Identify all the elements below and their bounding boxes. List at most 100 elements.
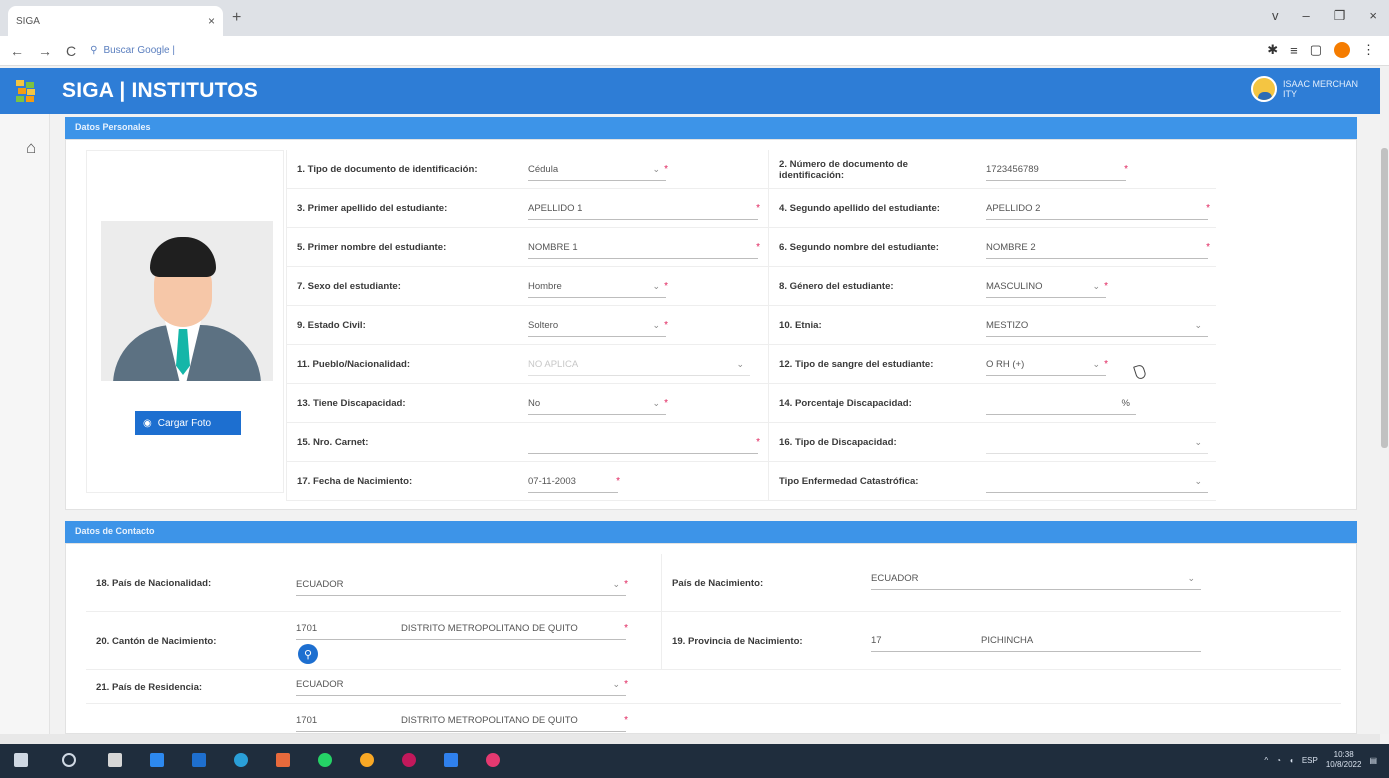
disability-percentage-input[interactable]: % <box>986 393 1136 415</box>
search-taskbar-icon[interactable] <box>62 753 76 767</box>
volume-icon[interactable]: ◖ <box>1289 756 1294 765</box>
chevron-down-icon: ⌄ <box>1194 437 1202 447</box>
side-panel-icon[interactable]: ▢ <box>1310 42 1322 58</box>
clock-time: 10:38 <box>1333 750 1354 759</box>
residence-canton-field[interactable]: 1701 DISTRITO METROPOLITANO DE QUITO * <box>296 710 628 732</box>
sex-select[interactable]: Hombre ⌄ * <box>528 276 668 298</box>
whatsapp-icon[interactable] <box>318 753 332 767</box>
edge-icon[interactable] <box>234 753 248 767</box>
birth-province-field[interactable]: 17 PICHINCHA <box>871 630 1201 652</box>
first-name-value: NOMBRE 1 <box>528 242 578 253</box>
required-mark: * <box>1206 203 1210 214</box>
section-contact-header: Datos de Contacto <box>65 521 1357 543</box>
close-window-button[interactable]: × <box>1369 8 1377 24</box>
form-row: 15. Nro. Carnet: * 16. Tipo de Discapaci… <box>286 423 1216 462</box>
document-type-value: Cédula <box>528 164 559 175</box>
firefox-icon[interactable] <box>360 753 374 767</box>
page-scrollbar[interactable] <box>1380 68 1389 734</box>
contact-form-grid: 18. País de Nacionalidad: ECUADOR ⌄ * País… <box>86 554 1341 733</box>
form-row: 1701 DISTRITO METROPOLITANO DE QUITO * <box>86 704 1341 733</box>
personal-data-card: ◉ Cargar Foto 1. Tipo de documento de id… <box>65 139 1357 510</box>
user-menu[interactable]: ISAAC MERCHAN ITY <box>1250 76 1358 102</box>
birth-country-value: ECUADOR <box>871 573 919 584</box>
tab-close-icon[interactable]: × <box>208 14 215 28</box>
percent-suffix: % <box>1121 398 1130 409</box>
browser-toolbar: ← → C ⚲ Buscar Google | ✱ ≡ ▢ ⋮ <box>0 36 1389 66</box>
residence-canton-value: DISTRITO METROPOLITANO DE QUITO <box>401 715 578 726</box>
second-name-input[interactable]: NOMBRE 2 * <box>986 237 1210 259</box>
task-view-icon[interactable] <box>108 753 122 767</box>
form-row: 11. Pueblo/Nacionalidad: NO APLICA ⌄ 12. … <box>286 345 1216 384</box>
document-number-input[interactable]: 1723456789 * <box>986 159 1128 181</box>
label-birth-province: 19. Provincia de Nacimiento: <box>661 612 861 670</box>
blood-type-select[interactable]: O RH (+) ⌄ * <box>986 354 1108 376</box>
forward-icon[interactable]: → <box>38 43 52 59</box>
label-has-disability: 13. Tiene Discapacidad: <box>286 384 518 423</box>
language-indicator[interactable]: ESP <box>1302 756 1318 765</box>
card-number-input[interactable]: * <box>528 432 760 454</box>
notifications-icon[interactable]: ▤ <box>1369 756 1377 765</box>
label-second-name: 6. Segundo nombre del estudiante: <box>768 228 968 267</box>
civil-status-select[interactable]: Soltero ⌄ * <box>528 315 668 337</box>
home-icon[interactable]: ⌂ <box>26 138 36 158</box>
reading-list-icon[interactable]: ≡ <box>1290 43 1298 58</box>
first-name-input[interactable]: NOMBRE 1 * <box>528 237 760 259</box>
gender-select[interactable]: MASCULINO ⌄ * <box>986 276 1108 298</box>
app-icon[interactable] <box>402 753 416 767</box>
search-canton-button[interactable]: ⚲ <box>298 644 318 664</box>
back-icon[interactable]: ← <box>10 43 24 59</box>
user-name: ISAAC MERCHAN <box>1282 79 1358 89</box>
tab-title: SIGA <box>16 15 40 27</box>
ethnicity-select[interactable]: MESTIZO ⌄ <box>986 315 1208 337</box>
vscode-icon[interactable] <box>444 753 458 767</box>
chrome-icon[interactable] <box>276 753 290 767</box>
required-mark: * <box>1104 281 1108 292</box>
tab-search-icon[interactable]: v <box>1272 8 1279 24</box>
form-row: 18. País de Nacionalidad: ECUADOR ⌄ * País… <box>86 554 1341 612</box>
upload-photo-button[interactable]: ◉ Cargar Foto <box>135 411 241 435</box>
search-icon: ⚲ <box>303 648 313 661</box>
clock[interactable]: 10:38 10/8/2022 <box>1326 750 1362 770</box>
chevron-down-icon: ⌄ <box>1187 573 1195 583</box>
address-bar[interactable]: ⚲ Buscar Google | <box>90 45 175 56</box>
has-disability-value: No <box>528 398 541 409</box>
residence-country-select[interactable]: ECUADOR ⌄ * <box>296 674 628 696</box>
form-row: 9. Estado Civil: Soltero ⌄ * 10. Etnia: ME… <box>286 306 1216 345</box>
reload-icon[interactable]: C <box>66 43 76 59</box>
menu-icon[interactable]: ⋮ <box>1362 42 1375 58</box>
second-surname-input[interactable]: APELLIDO 2 * <box>986 198 1210 220</box>
sidebar: ⌂ <box>0 114 50 734</box>
scrollbar-thumb[interactable] <box>1381 148 1388 448</box>
birth-canton-code: 1701 <box>296 623 318 634</box>
catastrophic-illness-select[interactable]: ⌄ <box>986 471 1208 493</box>
horizontal-scrollbar[interactable] <box>0 734 1380 744</box>
birth-canton-field[interactable]: 1701 DISTRITO METROPOLITANO DE QUITO * <box>296 618 628 640</box>
windows-start-icon[interactable] <box>14 753 28 767</box>
app-header: SIGA | INSTITUTOS ISAAC MERCHAN ITY <box>0 68 1380 114</box>
browser-tab[interactable]: SIGA × <box>8 6 223 36</box>
extensions-icon[interactable]: ✱ <box>1267 42 1278 58</box>
label-card-number: 15. Nro. Carnet: <box>286 423 518 462</box>
birth-date-value: 07-11-2003 <box>528 476 576 487</box>
residence-canton-code: 1701 <box>296 715 318 726</box>
new-tab-button[interactable]: + <box>232 9 241 27</box>
network-icon[interactable]: ◔ <box>1276 756 1281 765</box>
required-mark: * <box>624 579 628 590</box>
restore-button[interactable]: ❐ <box>1334 8 1346 24</box>
media-app-icon[interactable] <box>486 753 500 767</box>
document-type-select[interactable]: Cédula ⌄ * <box>528 159 668 181</box>
address-text: Buscar Google | <box>103 45 175 56</box>
minimize-button[interactable]: – <box>1303 8 1310 24</box>
contact-data-card: 18. País de Nacionalidad: ECUADOR ⌄ * País… <box>65 543 1357 734</box>
first-surname-input[interactable]: APELLIDO 1 * <box>528 198 760 220</box>
label-blood-type: 12. Tipo de sangre del estudiante: <box>768 345 968 384</box>
file-explorer-icon[interactable] <box>150 753 164 767</box>
has-disability-select[interactable]: No ⌄ * <box>528 393 668 415</box>
chevron-down-icon: ⌄ <box>652 320 660 330</box>
tray-chevron-icon[interactable]: ^ <box>1264 756 1268 765</box>
nationality-country-select[interactable]: ECUADOR ⌄ * <box>296 574 628 596</box>
birth-date-input[interactable]: 07-11-2003 * <box>528 471 620 493</box>
profile-avatar[interactable] <box>1334 42 1350 58</box>
mail-icon[interactable] <box>192 753 206 767</box>
birth-country-select[interactable]: ECUADOR ⌄ <box>871 568 1201 590</box>
